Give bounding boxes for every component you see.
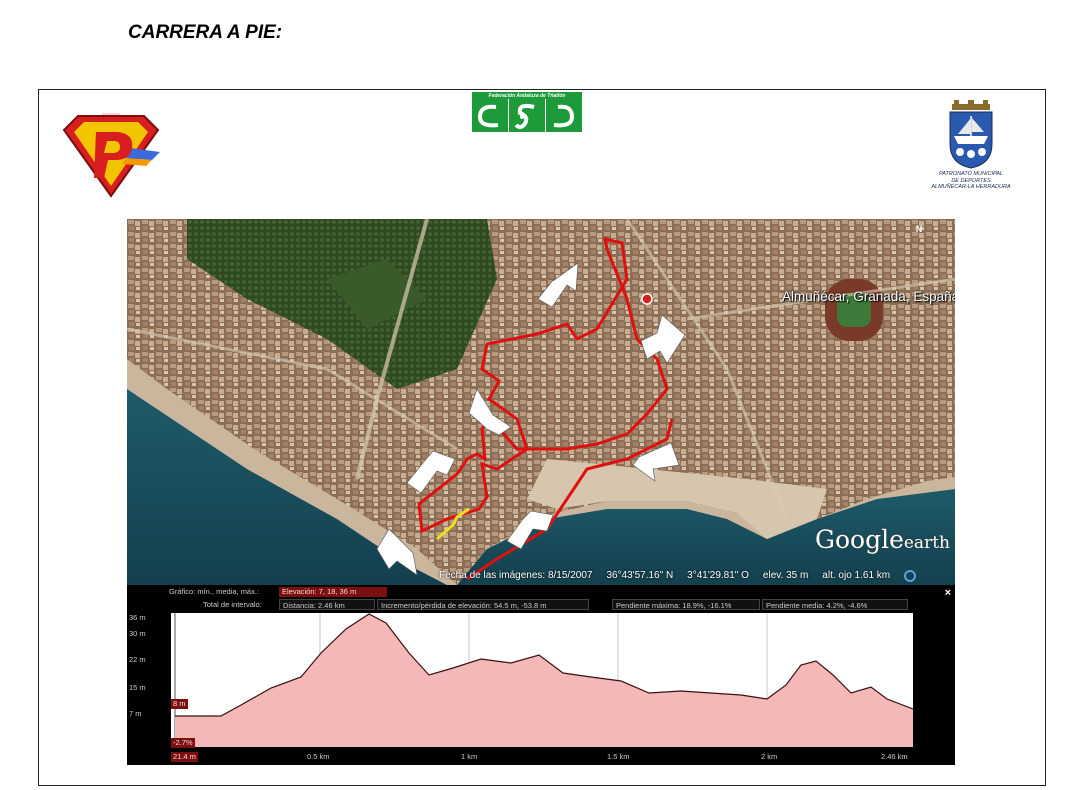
latitude: 36°43'57.16" N <box>606 570 674 581</box>
graph-label: Gráfico: mín., media, máx.: <box>169 587 260 596</box>
cursor-distance: 21.4 m <box>171 752 198 762</box>
x-tick-label: 2.46 km <box>881 752 908 761</box>
total-interval-label: Total de intervalo: <box>203 600 262 609</box>
gain-loss-stat: Incremento/pérdida de elevación: 54.5 m,… <box>377 599 589 610</box>
patronato-logo: PATRONATO MUNICIPAL DE DEPORTES ALMUÑÉCA… <box>912 98 1030 198</box>
avg-slope-stat: Pendiente media: 4.2%, -4.6% <box>762 599 908 610</box>
eye-altitude: alt. ojo 1.61 km <box>822 570 891 581</box>
x-tick-label: 1.5 km <box>607 752 630 761</box>
x-tick-label: 1 km <box>461 752 478 761</box>
close-icon[interactable]: × <box>945 587 951 599</box>
earth-word: earth <box>903 533 950 553</box>
svg-text:~~~~~~: ~~~~~~ <box>102 112 120 118</box>
y-tick-label: 22 m <box>129 655 146 664</box>
placemark-pin <box>641 293 653 305</box>
longitude: 3°41'29.81" O <box>687 570 749 581</box>
elevation-profile-panel[interactable]: Gráfico: mín., media, máx.: Elevación: 7… <box>127 585 955 765</box>
image-date: Fecha de las imágenes: 8/15/2007 <box>439 570 593 581</box>
elevation-chart[interactable] <box>171 613 913 747</box>
patronato-logo-text: PATRONATO MUNICIPAL DE DEPORTES ALMUÑÉCA… <box>912 171 1030 191</box>
distance-stat: Distancia: 2.46 km <box>279 599 375 610</box>
y-tick-label: 7 m <box>129 709 142 718</box>
google-word: Google <box>815 525 904 554</box>
map-status-bar: Fecha de las imágenes: 8/15/2007 36°43'5… <box>439 567 917 584</box>
y-tick-label: 36 m <box>129 613 146 622</box>
y-tick-label: 30 m <box>129 629 146 638</box>
status-globe-icon[interactable] <box>904 569 917 582</box>
elevation-readout: elev. 35 m <box>762 570 809 581</box>
federation-logo: Federación Andaluza de Triatlón <box>472 92 582 132</box>
page-heading: CARRERA A PIE: <box>128 22 283 43</box>
max-slope-stat: Pendiente máxima: 18.9%, -16.1% <box>612 599 760 610</box>
cursor-slope: -2.7% <box>171 738 195 748</box>
cursor-elevation: 8 m <box>171 699 188 709</box>
y-tick-label: 15 m <box>129 683 146 692</box>
google-earth-watermark: Googleearth <box>815 525 950 554</box>
x-tick-label: 0.5 km <box>307 752 330 761</box>
elevation-summary[interactable]: Elevación: 7, 18, 36 m <box>279 587 387 597</box>
satellite-map[interactable]: N Almuñécar, Granada, España Googleearth… <box>127 219 955 585</box>
x-tick-label: 2 km <box>761 752 778 761</box>
patronato-line-3: ALMUÑÉCAR-LA HERRADURA <box>931 184 1011 190</box>
north-indicator[interactable]: N <box>909 221 929 237</box>
place-label[interactable]: Almuñécar, Granada, España <box>782 289 955 304</box>
triathlon-shield-logo: ~~~~~~ <box>62 112 160 198</box>
